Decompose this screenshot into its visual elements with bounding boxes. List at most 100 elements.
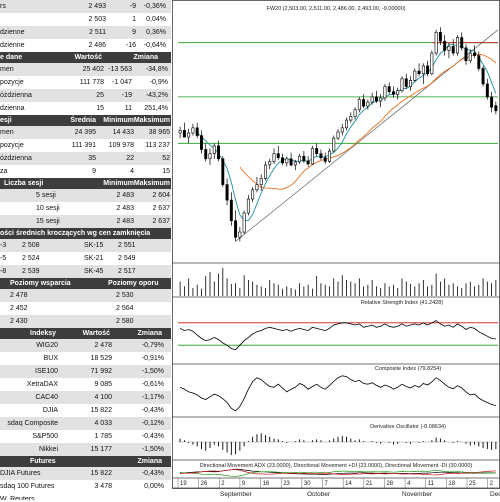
candle-body [370,96,374,103]
cell: XetraDAX [26,381,58,388]
levels-row: 2 430 2 580 [0,315,171,328]
chart-frame [172,0,500,489]
cell: 15 [162,168,170,175]
cell: 15 sesji [36,218,60,225]
cell: -8 [0,268,7,275]
cell: CAC40 [35,394,58,401]
candle-body [229,199,233,222]
candle-body [251,189,255,200]
cell: DJIA [42,407,58,414]
candle-body [490,96,494,108]
summary-row: dzienne 2 486 -16 -0,64% [0,39,171,52]
candle-body [413,70,417,81]
candle-body [217,145,221,160]
candle-body [353,109,357,117]
cell: 4 033 [94,420,112,427]
cell: -19 [121,92,132,99]
cell: men [0,129,14,136]
candle-body [336,131,340,139]
candle-body [306,160,310,165]
candle-body [430,52,434,74]
candle-body [349,116,353,121]
summary-row: rs 2 493 -9 -0,36% [0,0,171,13]
cell: 2 637 [152,218,170,225]
cell: Liczba sesji [4,180,44,187]
index-row: CAC40 4 100 -1,17% [0,391,171,404]
candle-body [263,164,267,179]
cell: 15 822 [90,407,112,414]
cell: dzienne [0,29,25,36]
cell: e dane [0,54,23,61]
cell: Minimum [103,180,134,187]
cell: 0,00% [144,483,164,490]
levels-row: 2 478 2 530 [0,289,171,302]
cell: 251,4% [144,105,168,112]
cell: 9 [92,168,96,175]
cell: Poziomy oporu [108,280,159,287]
derivative-title: Derivative Oscillator (-8.08634) [370,424,446,430]
cell: 2 478 [94,342,112,349]
cell: -3 [0,242,7,249]
x-tick-label: 19 [180,481,187,487]
candle-body [455,37,459,54]
futures-header: Futures Zmiana [0,456,171,467]
cell: 15 822 [90,470,112,477]
sessions-header: Liczba sesji Minimum Maksimum [0,178,171,189]
cell: 2 483 [116,218,134,225]
cell: 24 395 [74,129,96,136]
cell: Maksimum [133,117,170,124]
futures-row: DJIA Futures 15 822 -0,43% [0,467,171,480]
daily-header: e dane Wartość Zmiana [0,52,171,63]
cell: 2 580 [116,318,134,325]
cell: SK-15 [84,242,104,249]
cell: -0,91% [141,355,164,362]
cell: 2 430 [10,318,28,325]
cell: 2 478 [10,292,28,299]
candle-body [494,105,498,112]
candle-body [323,157,327,162]
cell: 2 524 [22,255,40,262]
indices-header: Indeksy Wartość Zmiana [0,328,171,339]
session-row: óżdzienna 35 22 52 [0,152,171,165]
cell: 2 564 [116,305,134,312]
cell: 2 483 [116,192,134,199]
candle-body [238,231,242,238]
session-row: men 24 395 14 433 38 965 [0,126,171,139]
candle-body [473,52,477,56]
index-row: Nikkei 15 177 -1,50% [0,443,171,456]
candle-body [310,148,314,165]
candle-body [396,90,400,95]
ma-header: ości średnich kroczących wg cen zamknięc… [0,228,171,239]
cell: Futures [30,458,56,465]
candle-body [246,198,250,214]
cell: 4 [130,168,134,175]
cell: Poziomy wsparcia [10,280,71,287]
candle-body [204,149,208,160]
cell: 111 391 [71,142,96,149]
cell: Nikkei [38,446,58,453]
cell: 2 483 [116,205,134,212]
sma-slow-line [239,53,497,190]
candle-body [417,70,421,74]
index-row: WIG20 2 478 -0,79% [0,339,171,352]
cell: -0,36% [143,3,166,10]
candle-body [383,86,387,99]
cell: 2 508 [22,242,40,249]
cell: -34,8% [145,66,168,73]
cell: Minimum [103,117,134,124]
candle-body [289,158,293,166]
cell: rs [0,3,6,10]
cell: Indeksy [30,330,57,337]
cell: 71 992 [90,368,112,375]
x-tick-label: 2 [221,481,225,487]
cell: -1,50% [141,446,164,453]
cell: pozycje [0,79,24,86]
index-row: sdaq Composite 4 033 -0,12% [0,417,171,430]
cell: 52 [162,155,170,162]
candle-body [485,83,489,98]
cell: 109 978 [108,142,134,149]
sma-fast-line [196,44,497,222]
dmi-title: Directional Movement ADX (23.0000), Dire… [200,463,473,469]
candle-body [379,97,383,102]
month-label: September [220,491,253,498]
